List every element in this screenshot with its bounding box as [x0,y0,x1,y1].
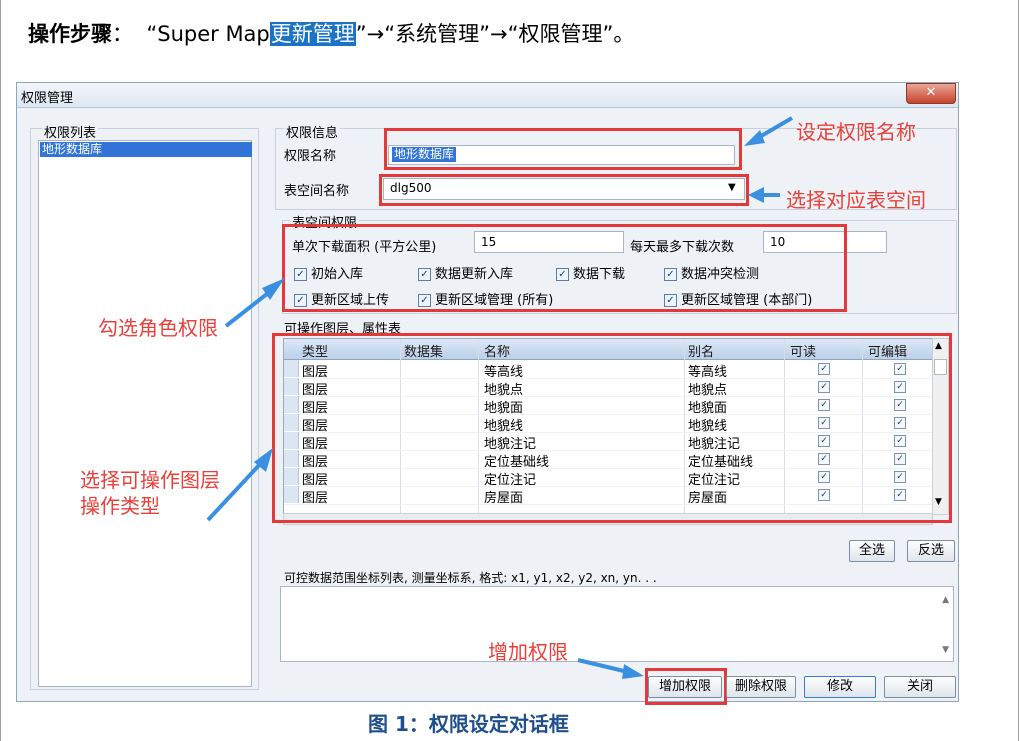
arrow-role-icon [224,278,285,328]
figure-caption: 图 1：权限设定对话框 [368,712,569,736]
arrow-name-icon [744,116,794,146]
arrow-layer-icon [206,448,273,522]
arrow-space-icon [748,187,780,203]
annotation-arrows [206,116,794,679]
arrow-add-icon [577,658,644,679]
